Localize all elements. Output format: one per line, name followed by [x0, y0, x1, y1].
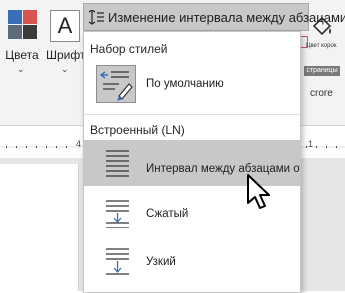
- chevron-down-icon: ⌄: [17, 64, 25, 74]
- chevron-down-icon: ⌄: [61, 64, 69, 74]
- side-word: crore: [310, 88, 333, 99]
- menu-item-default[interactable]: По умолчанию: [84, 62, 300, 106]
- menu-item-compact-label: Сжатый: [146, 208, 189, 220]
- ruler-number-4: 4: [76, 139, 82, 149]
- menu-item-narrow[interactable]: Узкий: [84, 240, 300, 292]
- section-header-styles: Набор стилей: [90, 42, 168, 56]
- menu-item-narrow-label: Узкий: [146, 256, 176, 268]
- menu-item-default-label: По умолчанию: [146, 78, 224, 90]
- paragraph-spacing-button[interactable]: Изменение интервала между абзацами: [83, 3, 345, 31]
- paragraph-spacing-dropdown: Набор стилей По умолчанию Встроенный (LN…: [83, 31, 301, 293]
- paragraph-spacing-label: Изменение интервала между абзацами: [108, 10, 345, 25]
- menu-separator: [84, 114, 300, 115]
- pages-badge: страницы: [304, 66, 340, 76]
- paragraph-spacing-icon: [88, 10, 104, 25]
- document-page[interactable]: [0, 164, 79, 291]
- section-header-builtin: Встроенный (LN): [90, 123, 185, 137]
- ruler-number-1: 1: [308, 139, 314, 149]
- no-spacing-icon: [106, 150, 129, 177]
- red-frame-icon: [300, 36, 308, 48]
- fonts-icon: A: [50, 10, 80, 42]
- narrow-spacing-icon: [106, 248, 129, 275]
- watermark-label: Цвет корок: [306, 43, 337, 49]
- compact-spacing-icon: [106, 200, 129, 228]
- fonts-label: Шрифты: [46, 48, 95, 62]
- mouse-cursor-icon: [247, 174, 270, 209]
- menu-item-no-spacing-label: Интервал между абзацами отсутствует: [146, 163, 300, 175]
- colors-label: Цвета: [5, 48, 39, 62]
- colors-icon: [8, 10, 38, 40]
- default-style-icon: [96, 65, 136, 103]
